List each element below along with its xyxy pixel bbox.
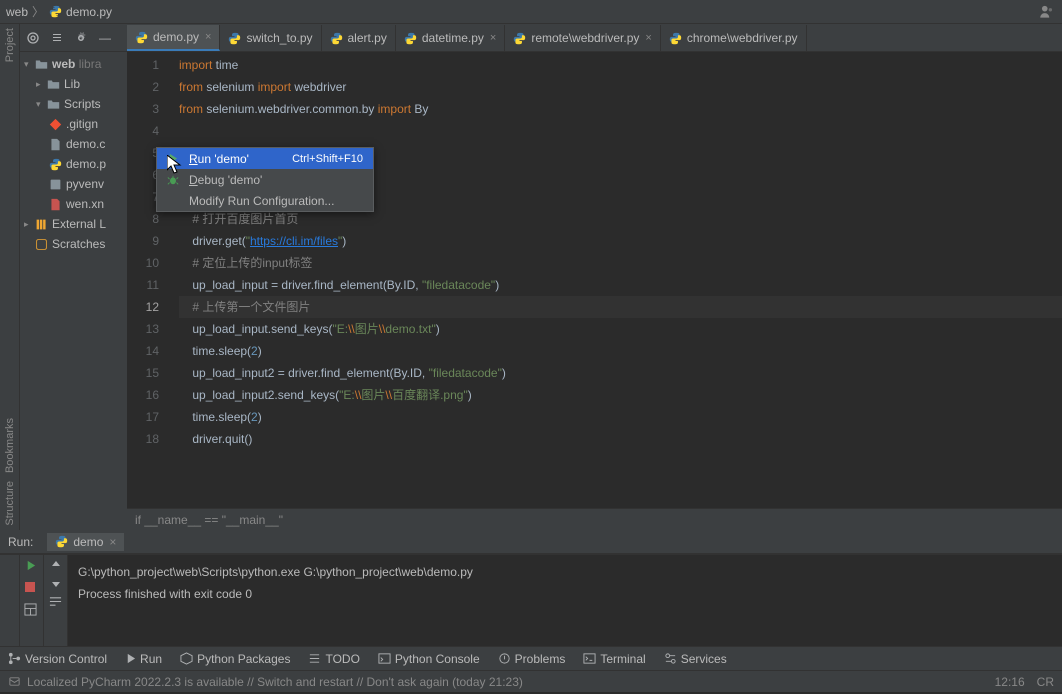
navigation-bar: web 〉 demo.py xyxy=(0,0,1062,24)
tab-remote-webdriver[interactable]: remote\webdriver.py× xyxy=(505,25,660,51)
run-tab[interactable]: Run xyxy=(125,652,162,666)
console-line: G:\python_project\web\Scripts\python.exe… xyxy=(78,561,1052,583)
python-file-icon xyxy=(135,31,148,44)
cursor-position[interactable]: 12:16 xyxy=(995,675,1025,689)
close-icon[interactable]: × xyxy=(490,32,496,44)
close-icon[interactable]: × xyxy=(205,31,211,43)
status-notification-icon[interactable] xyxy=(8,675,21,688)
tab-demo[interactable]: demo.py× xyxy=(127,25,220,51)
python-file-icon xyxy=(669,32,682,45)
close-icon[interactable]: × xyxy=(645,32,651,44)
python-file-icon xyxy=(513,32,526,45)
todo-tab[interactable]: TODO xyxy=(308,652,359,666)
tree-node-lib[interactable]: ▸Lib xyxy=(20,74,127,94)
tab-chrome-webdriver[interactable]: chrome\webdriver.py xyxy=(661,25,807,51)
soft-wrap-icon[interactable] xyxy=(49,595,62,608)
tree-external-libs[interactable]: ▸External L xyxy=(20,214,127,234)
file-icon xyxy=(48,137,62,151)
tree-node-gitignore[interactable]: .gitign xyxy=(20,114,127,134)
tree-root[interactable]: ▾ web libra xyxy=(20,54,127,74)
code-editor[interactable]: 123456789101112131415161718 import time … xyxy=(127,52,1062,508)
play-icon xyxy=(167,153,183,164)
folder-icon xyxy=(46,97,60,111)
run-title: Run: xyxy=(8,535,33,549)
left-toolwindow-stripe-lower xyxy=(0,555,20,646)
rerun-icon[interactable] xyxy=(24,559,40,575)
project-tree-panel: — ▾ web libra ▸Lib ▾Scripts .gitign demo… xyxy=(20,24,127,530)
folder-icon xyxy=(34,57,48,71)
code-content[interactable]: import time from selenium import webdriv… xyxy=(167,52,1062,508)
collapse-icon[interactable]: — xyxy=(96,29,114,47)
python-file-icon xyxy=(48,157,62,171)
run-toolwindow-header: Run: demo× xyxy=(0,530,1062,554)
menu-run[interactable]: Run 'demo' Ctrl+Shift+F10 xyxy=(157,148,373,169)
project-tree[interactable]: ▾ web libra ▸Lib ▾Scripts .gitign demo.c… xyxy=(20,52,127,256)
python-file-icon xyxy=(48,5,62,19)
file-icon xyxy=(48,197,62,211)
run-console-output[interactable]: G:\python_project\web\Scripts\python.exe… xyxy=(68,555,1062,646)
services-tab[interactable]: Services xyxy=(664,652,727,666)
status-bar: Localized PyCharm 2022.2.3 is available … xyxy=(0,670,1062,692)
editor-area: demo.py× switch_to.py alert.py datetime.… xyxy=(127,24,1062,530)
python-file-icon xyxy=(404,32,417,45)
menu-debug[interactable]: Debug 'demo' xyxy=(157,169,373,190)
python-file-icon xyxy=(228,32,241,45)
run-toolbar-secondary xyxy=(44,555,68,646)
cfg-file-icon xyxy=(48,177,62,191)
tree-node-scripts[interactable]: ▾Scripts xyxy=(20,94,127,114)
line-separator[interactable]: CR xyxy=(1037,675,1054,689)
tree-node-pyvenv[interactable]: pyvenv xyxy=(20,174,127,194)
terminal-tab[interactable]: Terminal xyxy=(583,652,645,666)
bookmarks-toolwindow-button[interactable]: Bookmarks xyxy=(4,418,16,473)
tab-alert[interactable]: alert.py xyxy=(322,25,396,51)
python-file-icon xyxy=(55,535,68,548)
settings-icon[interactable] xyxy=(72,29,90,47)
scratches-icon xyxy=(34,237,48,251)
menu-modify-config[interactable]: Modify Run Configuration... xyxy=(157,190,373,211)
bug-icon xyxy=(167,174,183,186)
run-toolwindow: G:\python_project\web\Scripts\python.exe… xyxy=(0,554,1062,646)
tab-datetime[interactable]: datetime.py× xyxy=(396,25,505,51)
expand-all-icon[interactable] xyxy=(48,29,66,47)
breadcrumb-file[interactable]: demo.py xyxy=(66,5,112,19)
editor-context-menu: Run 'demo' Ctrl+Shift+F10 Debug 'demo' M… xyxy=(156,147,374,212)
structure-toolwindow-button[interactable]: Structure xyxy=(4,481,16,526)
editor-breadcrumb[interactable]: if __name__ == "__main__" xyxy=(127,508,1062,530)
tree-node-wen[interactable]: wen.xn xyxy=(20,194,127,214)
python-file-icon xyxy=(330,32,343,45)
line-number-gutter[interactable]: 123456789101112131415161718 xyxy=(127,52,167,508)
chevron-right-icon: 〉 xyxy=(32,3,44,20)
layout-icon[interactable] xyxy=(24,603,40,619)
close-icon[interactable]: × xyxy=(109,535,116,549)
console-line: Process finished with exit code 0 xyxy=(78,583,1052,605)
library-icon xyxy=(34,217,48,231)
down-arrow-icon[interactable] xyxy=(50,577,62,589)
bottom-toolwindow-stripe: Version Control Run Python Packages TODO… xyxy=(0,646,1062,670)
folder-icon xyxy=(46,77,60,91)
user-icon[interactable] xyxy=(1038,3,1056,21)
tree-node-demo-c[interactable]: demo.c xyxy=(20,134,127,154)
version-control-tab[interactable]: Version Control xyxy=(8,652,107,666)
problems-tab[interactable]: Problems xyxy=(498,652,566,666)
project-toolwindow-button[interactable]: Project xyxy=(4,28,16,62)
tree-node-demo-py[interactable]: demo.p xyxy=(20,154,127,174)
git-file-icon xyxy=(48,117,62,131)
tree-scratches[interactable]: Scratches xyxy=(20,234,127,254)
select-target-icon[interactable] xyxy=(24,29,42,47)
run-config-tab[interactable]: demo× xyxy=(47,533,124,551)
python-packages-tab[interactable]: Python Packages xyxy=(180,652,290,666)
stop-icon[interactable] xyxy=(24,581,40,597)
python-console-tab[interactable]: Python Console xyxy=(378,652,480,666)
run-toolbar-primary xyxy=(20,555,44,646)
status-message[interactable]: Localized PyCharm 2022.2.3 is available … xyxy=(27,675,523,689)
breadcrumb-project[interactable]: web xyxy=(6,5,28,19)
up-arrow-icon[interactable] xyxy=(50,559,62,571)
tab-switch-to[interactable]: switch_to.py xyxy=(220,25,321,51)
editor-tabs: demo.py× switch_to.py alert.py datetime.… xyxy=(127,24,1062,52)
left-toolwindow-stripe: Project Bookmarks Structure xyxy=(0,24,20,530)
